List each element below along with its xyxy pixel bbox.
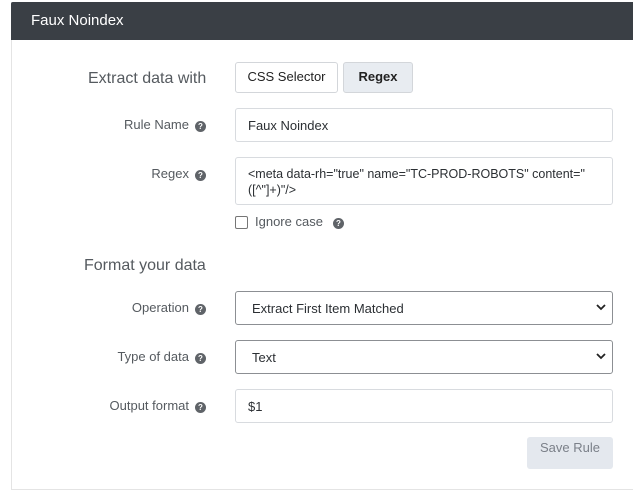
panel-header: Faux Noindex — [11, 2, 633, 40]
regex-line-1: <meta data-rh="true" name="TC-PROD-ROBOT… — [248, 167, 585, 181]
help-icon[interactable]: ? — [195, 121, 206, 132]
rule-name-input[interactable]: Faux Noindex — [235, 108, 613, 142]
save-rule-button[interactable]: Save Rule — [527, 437, 613, 469]
chevron-down-icon — [596, 353, 606, 360]
regex-line-2: ([^"]+)"/> — [248, 183, 297, 197]
operation-label: Operation? — [60, 300, 206, 315]
format-section-title: Format your data — [84, 257, 206, 274]
type-of-data-label: Type of data? — [60, 349, 206, 364]
help-icon[interactable]: ? — [195, 170, 206, 181]
help-icon[interactable]: ? — [195, 353, 206, 364]
rule-name-label: Rule Name? — [60, 117, 206, 132]
ignore-case-label[interactable]: Ignore case? — [255, 214, 344, 229]
css-selector-toggle[interactable]: CSS Selector — [235, 62, 338, 93]
ignore-case-checkbox[interactable] — [235, 216, 248, 229]
regex-label: Regex? — [60, 166, 206, 181]
regex-textarea[interactable]: <meta data-rh="true" name="TC-PROD-ROBOT… — [235, 157, 613, 205]
type-of-data-select[interactable]: Text — [235, 340, 613, 374]
output-format-input[interactable]: $1 — [235, 389, 613, 423]
regex-toggle[interactable]: Regex — [343, 62, 413, 93]
help-icon[interactable]: ? — [332, 218, 344, 229]
panel-title: Faux Noindex — [31, 12, 124, 29]
extract-data-label: Extract data with — [88, 70, 207, 87]
chevron-down-icon — [596, 304, 606, 311]
operation-select[interactable]: Extract First Item Matched — [235, 291, 613, 325]
output-format-label: Output format? — [60, 398, 206, 413]
help-icon[interactable]: ? — [195, 304, 206, 315]
help-icon[interactable]: ? — [195, 402, 206, 413]
